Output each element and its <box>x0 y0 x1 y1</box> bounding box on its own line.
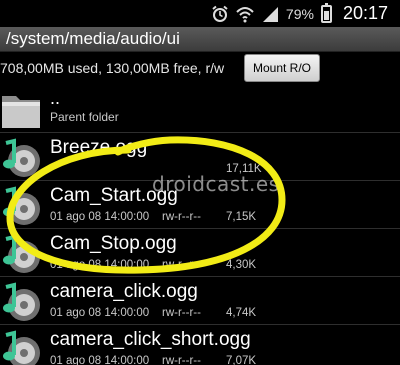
file-meta: 01 ago 08 14:00:00 rw-r--r-- 4,30K <box>50 259 256 271</box>
file-permissions: rw-r--r-- <box>162 211 201 223</box>
file-meta: 01 ago 08 14:00:00 rw-r--r-- 7,07K <box>50 355 256 365</box>
alarm-icon <box>211 5 229 23</box>
status-bar: 79% 20:17 <box>0 0 400 27</box>
file-name: Cam_Stop.ogg <box>50 233 177 254</box>
audio-file-icon <box>0 185 44 229</box>
file-meta: 01 ago 08 14:00:00 rw-r--r-- 4,74K <box>50 307 256 319</box>
file-permissions: rw-r--r-- <box>162 259 201 271</box>
file-row[interactable]: camera_click.ogg 01 ago 08 14:00:00 rw-r-… <box>0 277 400 325</box>
audio-file-icon <box>0 281 44 325</box>
audio-file-icon <box>0 233 44 277</box>
mount-ro-button[interactable]: Mount R/O <box>244 54 320 82</box>
file-meta: 01 ago 08 14:00:00 rw-r--r-- 7,15K <box>50 211 256 223</box>
parent-folder-name: .. <box>50 88 61 108</box>
audio-file-icon <box>0 329 44 365</box>
file-name: camera_click.ogg <box>50 281 198 302</box>
file-row[interactable]: Cam_Stop.ogg 01 ago 08 14:00:00 rw-r--r--… <box>0 229 400 277</box>
file-permissions: rw-r--r-- <box>162 307 201 319</box>
folder-icon <box>0 88 44 132</box>
current-path: /system/media/audio/ui <box>6 29 180 48</box>
signal-icon <box>261 5 279 23</box>
file-size: 7,07K <box>226 355 257 365</box>
file-name: Breeze.ogg <box>50 137 148 158</box>
path-header: /system/media/audio/ui <box>0 27 400 52</box>
storage-info-bar: 708,00MB used, 130,00MB free, r/w Mount … <box>0 52 400 84</box>
file-permissions: rw-r--r-- <box>162 355 201 365</box>
watermark: droidcast.es <box>152 172 280 196</box>
file-size: 7,15K <box>226 211 257 223</box>
file-date: 01 ago 08 14:00:00 <box>50 307 150 319</box>
file-size: 4,74K <box>226 307 257 319</box>
file-name: camera_click_short.ogg <box>50 329 251 350</box>
storage-info: 708,00MB used, 130,00MB free, r/w <box>0 60 225 76</box>
parent-folder-row[interactable]: .. Parent folder <box>0 84 400 133</box>
audio-file-icon <box>0 137 44 181</box>
file-date: 01 ago 08 14:00:00 <box>50 355 150 365</box>
battery-icon <box>320 2 332 23</box>
wifi-icon <box>236 5 254 23</box>
clock: 20:17 <box>342 3 388 23</box>
file-row[interactable]: camera_click_short.ogg 01 ago 08 14:00:0… <box>0 325 400 365</box>
file-list: .. Parent folder Breeze.ogg 17,11K Cam_S… <box>0 84 400 365</box>
battery-percent: 79% <box>285 5 314 22</box>
file-date: 01 ago 08 14:00:00 <box>50 211 150 223</box>
parent-folder-label: Parent folder <box>50 110 119 124</box>
file-size: 4,30K <box>226 259 257 271</box>
file-date: 01 ago 08 14:00:00 <box>50 259 150 271</box>
